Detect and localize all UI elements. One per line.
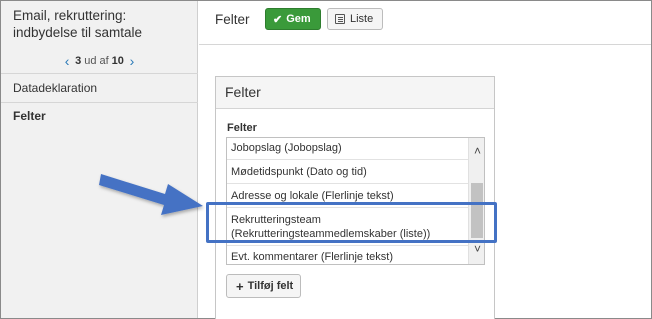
annotation-highlight-box	[206, 202, 497, 243]
record-title: Email, rekruttering: indbydelse til samt…	[13, 8, 143, 40]
annotation-arrow-icon	[99, 174, 203, 215]
list-button-label: Liste	[350, 13, 374, 25]
pager-current: 3	[75, 55, 82, 67]
plus-icon: +	[236, 278, 244, 294]
list-item[interactable]: Mødetidspunkt (Dato og tid)	[227, 160, 468, 184]
save-button-label: Gem	[286, 13, 311, 25]
chevron-right-icon[interactable]: ›	[124, 53, 140, 69]
fields-label: Felter	[227, 122, 257, 134]
list-item[interactable]: Evt. kommentarer (Flerlinje tekst)	[227, 246, 468, 264]
list-item[interactable]: Jobopslag (Jobopslag)	[227, 138, 468, 160]
page-title: Felter	[215, 12, 250, 27]
pager-of-label: ud af	[84, 55, 109, 67]
scrollbar[interactable]: ˄ ˅	[468, 138, 484, 264]
list-button[interactable]: Liste	[327, 8, 383, 30]
chevron-left-icon[interactable]: ‹	[59, 53, 75, 69]
chevron-down-icon[interactable]: ˅	[469, 242, 484, 256]
sidebar-item-datadeklaration[interactable]: Datadeklaration	[1, 74, 198, 102]
sidebar-item-felter[interactable]: Felter	[1, 102, 198, 130]
toolbar: Felter ✔ Gem Liste	[199, 1, 651, 45]
pager: ‹ 3 ud af 10 ›	[1, 51, 198, 71]
panel-header: Felter	[216, 77, 494, 109]
fields-panel: Felter Felter Jobopslag (Jobopslag) Møde…	[215, 76, 495, 319]
panel-title: Felter	[225, 84, 261, 100]
save-button[interactable]: ✔ Gem	[265, 8, 321, 30]
add-field-label: Tilføj felt	[247, 280, 294, 292]
fields-listbox[interactable]: Jobopslag (Jobopslag) Mødetidspunkt (Dat…	[226, 137, 485, 265]
pager-total: 10	[111, 55, 124, 67]
chevron-up-icon[interactable]: ˄	[469, 144, 484, 158]
checkmark-icon: ✔	[273, 13, 283, 26]
add-field-button[interactable]: + Tilføj felt	[226, 274, 301, 298]
list-icon	[335, 14, 345, 24]
